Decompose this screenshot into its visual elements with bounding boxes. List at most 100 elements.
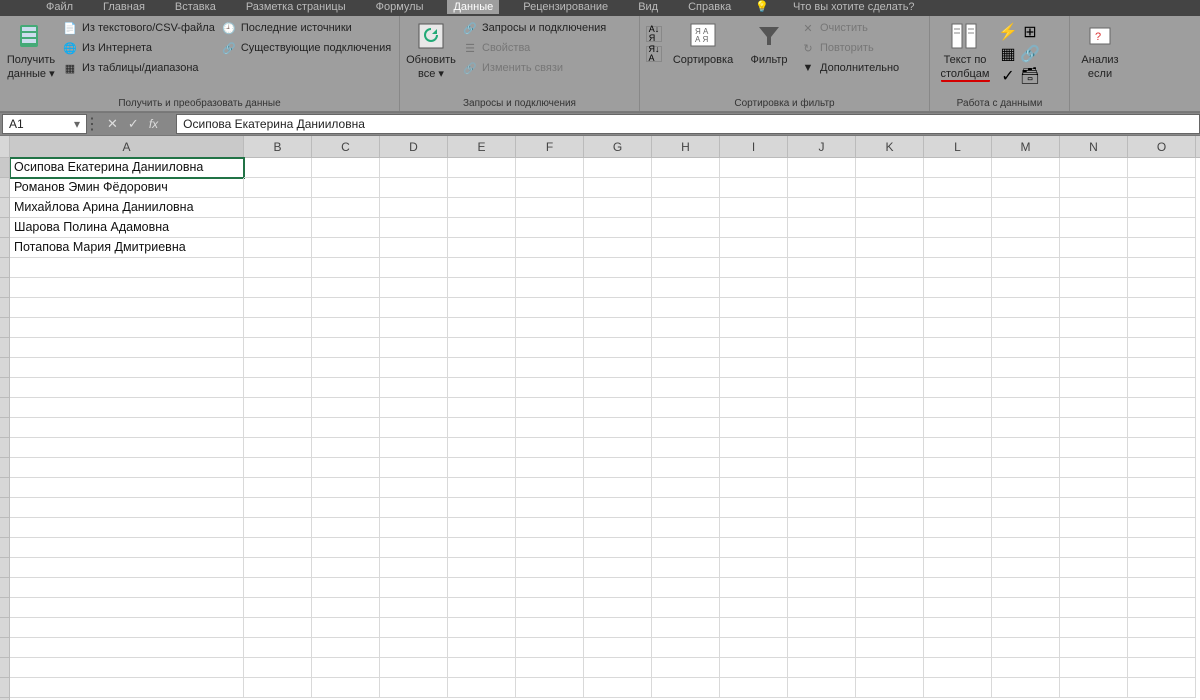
cell[interactable]: [856, 558, 924, 578]
cell[interactable]: [720, 438, 788, 458]
cell[interactable]: [516, 178, 584, 198]
tab-review[interactable]: Рецензирование: [517, 0, 614, 14]
cell[interactable]: [10, 298, 244, 318]
cell[interactable]: [244, 378, 312, 398]
cell[interactable]: [584, 598, 652, 618]
cell[interactable]: [380, 658, 448, 678]
cell[interactable]: [992, 498, 1060, 518]
cell[interactable]: [244, 158, 312, 178]
row-header[interactable]: [0, 418, 9, 438]
cell[interactable]: [584, 338, 652, 358]
cell[interactable]: [652, 658, 720, 678]
data-validation-icon[interactable]: ✓: [1000, 68, 1016, 84]
cell[interactable]: [652, 198, 720, 218]
cell[interactable]: [244, 418, 312, 438]
cell[interactable]: [516, 618, 584, 638]
row-header[interactable]: [0, 538, 9, 558]
cell[interactable]: [380, 478, 448, 498]
cell[interactable]: [516, 538, 584, 558]
cell[interactable]: [10, 598, 244, 618]
cell[interactable]: [1060, 638, 1128, 658]
cell[interactable]: [1128, 558, 1196, 578]
cell[interactable]: [380, 338, 448, 358]
cell[interactable]: [1128, 498, 1196, 518]
cell[interactable]: [312, 538, 380, 558]
cell[interactable]: [788, 358, 856, 378]
cell[interactable]: [720, 218, 788, 238]
cell[interactable]: [788, 318, 856, 338]
cell[interactable]: [1060, 658, 1128, 678]
cell[interactable]: [992, 578, 1060, 598]
cell[interactable]: [380, 598, 448, 618]
cell[interactable]: [924, 678, 992, 698]
cell[interactable]: [584, 578, 652, 598]
cell[interactable]: [244, 398, 312, 418]
cell[interactable]: [516, 278, 584, 298]
cell[interactable]: [1128, 438, 1196, 458]
cell[interactable]: [652, 438, 720, 458]
cell[interactable]: [516, 218, 584, 238]
cell[interactable]: [856, 238, 924, 258]
cell[interactable]: [10, 578, 244, 598]
cell[interactable]: [448, 438, 516, 458]
from-table-range[interactable]: ▦Из таблицы/диапазона: [62, 60, 215, 76]
cell[interactable]: [652, 498, 720, 518]
cell[interactable]: [720, 418, 788, 438]
cell[interactable]: [244, 358, 312, 378]
cell[interactable]: [312, 398, 380, 418]
cell[interactable]: [924, 418, 992, 438]
cell[interactable]: Шарова Полина Адамовна: [10, 218, 244, 238]
cell[interactable]: [312, 458, 380, 478]
cell[interactable]: [448, 498, 516, 518]
cell[interactable]: [856, 278, 924, 298]
row-header[interactable]: [0, 318, 9, 338]
cell[interactable]: [924, 358, 992, 378]
cell[interactable]: [992, 558, 1060, 578]
cell[interactable]: [924, 458, 992, 478]
cell[interactable]: [516, 398, 584, 418]
row-header[interactable]: [0, 218, 9, 238]
tab-file[interactable]: Файл: [40, 0, 79, 14]
cell[interactable]: [1128, 338, 1196, 358]
cell[interactable]: [992, 298, 1060, 318]
cell[interactable]: [924, 238, 992, 258]
cell[interactable]: [448, 198, 516, 218]
cell[interactable]: [924, 258, 992, 278]
cell[interactable]: [380, 298, 448, 318]
cell[interactable]: [244, 498, 312, 518]
cell[interactable]: [720, 398, 788, 418]
row-header[interactable]: [0, 438, 9, 458]
column-header[interactable]: H: [652, 136, 720, 157]
cell[interactable]: [924, 158, 992, 178]
cell[interactable]: [10, 418, 244, 438]
cell[interactable]: [924, 478, 992, 498]
enter-icon[interactable]: ✓: [128, 116, 139, 132]
cell[interactable]: [312, 658, 380, 678]
cell[interactable]: [652, 478, 720, 498]
row-header[interactable]: [0, 258, 9, 278]
cell[interactable]: [448, 638, 516, 658]
cell[interactable]: [1128, 218, 1196, 238]
cell[interactable]: [924, 578, 992, 598]
cell[interactable]: Осипова Екатерина Данииловна: [10, 158, 244, 178]
cell[interactable]: [856, 598, 924, 618]
row-header[interactable]: [0, 378, 9, 398]
cell[interactable]: [244, 458, 312, 478]
cell[interactable]: [924, 518, 992, 538]
cell[interactable]: [652, 538, 720, 558]
formula-input[interactable]: Осипова Екатерина Данииловна: [176, 114, 1200, 134]
cell[interactable]: [584, 438, 652, 458]
cell[interactable]: [924, 598, 992, 618]
column-header[interactable]: G: [584, 136, 652, 157]
cell[interactable]: [992, 358, 1060, 378]
cell[interactable]: [720, 458, 788, 478]
cell[interactable]: [856, 518, 924, 538]
cell[interactable]: [448, 418, 516, 438]
cell[interactable]: [652, 398, 720, 418]
cell[interactable]: [992, 338, 1060, 358]
cell[interactable]: [584, 538, 652, 558]
cell[interactable]: [244, 278, 312, 298]
cell[interactable]: [380, 498, 448, 518]
row-header[interactable]: [0, 498, 9, 518]
cell[interactable]: [924, 278, 992, 298]
